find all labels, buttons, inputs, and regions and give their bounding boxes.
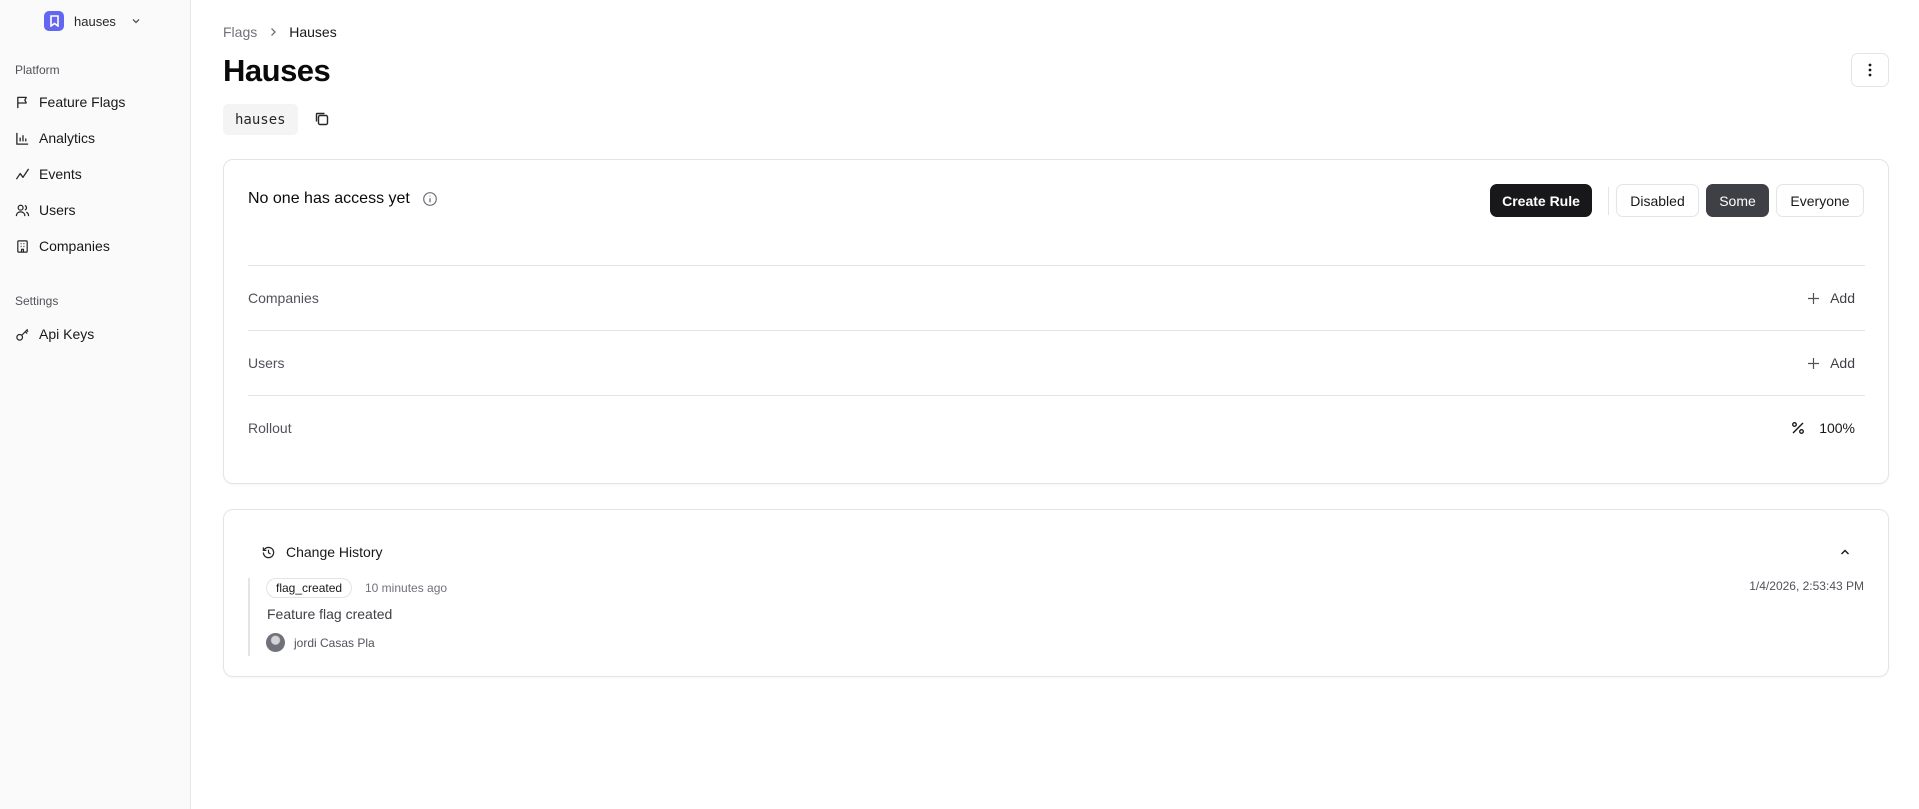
event-timestamp: 1/4/2026, 2:53:43 PM: [1749, 579, 1864, 593]
chevron-down-icon: [132, 19, 140, 24]
access-some-button[interactable]: Some: [1706, 184, 1769, 217]
add-users-button[interactable]: Add: [1807, 355, 1865, 371]
chevron-right-icon: [271, 28, 277, 36]
plus-icon: [1808, 292, 1820, 304]
sidebar-item-analytics[interactable]: Analytics: [12, 124, 180, 152]
users-icon: [15, 204, 30, 216]
breadcrumb: Flags Hauses: [223, 24, 337, 40]
add-label: Add: [1830, 355, 1855, 371]
sidebar-item-label: Users: [39, 202, 76, 218]
section-label-platform: Platform: [15, 63, 60, 77]
rule-label: Users: [248, 355, 285, 371]
event-description: Feature flag created: [267, 606, 393, 622]
breadcrumb-current: Hauses: [289, 24, 337, 40]
rule-row-rollout: Rollout 100%: [248, 395, 1865, 460]
event-relative-time: 10 minutes ago: [365, 581, 448, 595]
event-author-name: jordi Casas Pla: [294, 635, 375, 650]
add-companies-button[interactable]: Add: [1807, 290, 1865, 306]
history-icon: [262, 546, 275, 558]
workspace-logo: [44, 11, 64, 31]
rule-row-companies: Companies Add: [248, 265, 1865, 330]
page-title: Hauses: [223, 53, 331, 88]
create-rule-button[interactable]: Create Rule: [1490, 184, 1592, 217]
plus-icon: [1808, 357, 1820, 369]
flag-icon: [17, 96, 27, 108]
workspace-switcher[interactable]: hauses: [44, 10, 142, 32]
breadcrumb-flags-link[interactable]: Flags: [223, 24, 257, 40]
access-status-title: No one has access yet: [248, 190, 410, 207]
rule-row-users: Users Add: [248, 330, 1865, 395]
sidebar: hauses Platform Feature Flags Analytics …: [0, 0, 191, 809]
rule-label: Rollout: [248, 420, 292, 436]
bar-chart-icon: [16, 132, 29, 145]
event-type-badge: flag_created: [266, 578, 353, 598]
sidebar-item-feature-flags[interactable]: Feature Flags: [12, 88, 180, 116]
sidebar-item-companies[interactable]: Companies: [12, 232, 180, 260]
divider: [1608, 187, 1609, 215]
rollout-value[interactable]: 100%: [1791, 420, 1865, 436]
activity-icon: [15, 168, 30, 180]
event-author: jordi Casas Pla: [266, 633, 375, 652]
key-icon: [16, 328, 29, 341]
rollout-percentage: 100%: [1819, 420, 1855, 436]
access-card: No one has access yet Create Rule Disabl…: [223, 159, 1889, 484]
sidebar-item-label: Companies: [39, 238, 110, 254]
timeline-line: [248, 578, 250, 656]
copy-icon[interactable]: [313, 110, 331, 128]
avatar: [266, 633, 285, 652]
percent-icon: [1792, 422, 1805, 434]
sidebar-item-users[interactable]: Users: [12, 196, 180, 224]
access-disabled-button[interactable]: Disabled: [1616, 184, 1699, 217]
sidebar-item-events[interactable]: Events: [12, 160, 180, 188]
sidebar-item-label: Analytics: [39, 130, 96, 146]
sidebar-item-label: Api Keys: [39, 326, 95, 342]
more-options-button[interactable]: [1851, 53, 1889, 87]
access-everyone-button[interactable]: Everyone: [1776, 184, 1864, 217]
info-icon[interactable]: [422, 191, 438, 207]
rule-label: Companies: [248, 290, 319, 306]
sidebar-item-label: Feature Flags: [39, 94, 126, 110]
building-icon: [17, 239, 28, 253]
sidebar-item-label: Events: [39, 166, 82, 182]
flag-key-chip: hauses: [223, 104, 298, 135]
section-label-settings: Settings: [15, 294, 59, 308]
workspace-name: hauses: [74, 13, 116, 29]
access-status: No one has access yet: [248, 190, 438, 208]
more-vertical-icon: [1868, 63, 1872, 77]
chevron-up-icon[interactable]: [1838, 545, 1852, 559]
change-history-title: Change History: [286, 544, 383, 560]
add-label: Add: [1830, 290, 1855, 306]
sidebar-item-api-keys[interactable]: Api Keys: [12, 320, 180, 348]
change-history-toggle[interactable]: Change History: [261, 544, 383, 560]
change-history-card: Change History flag_created 10 minutes a…: [223, 509, 1889, 677]
